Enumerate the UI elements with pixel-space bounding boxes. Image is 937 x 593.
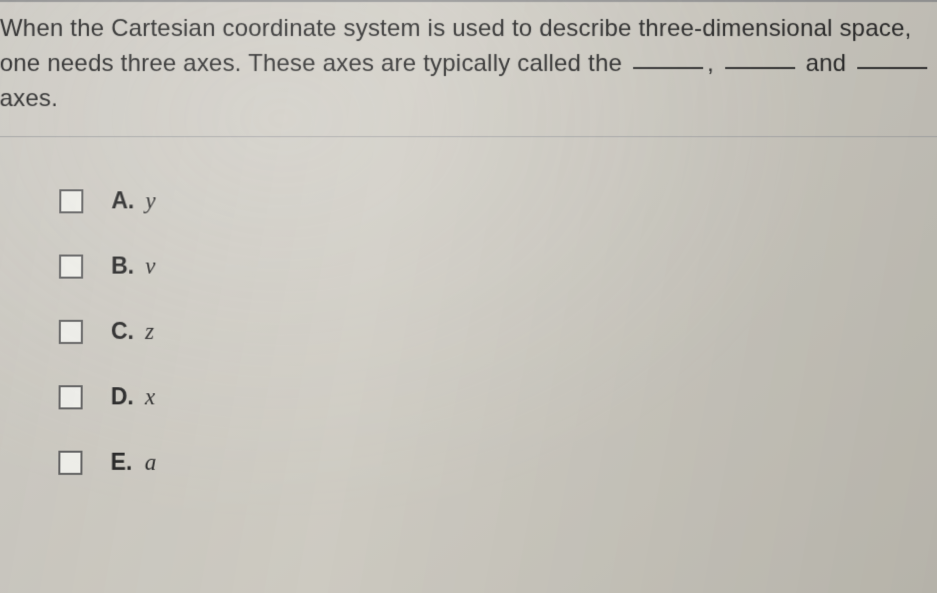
- option-value-a: y: [145, 188, 155, 214]
- option-c[interactable]: C. z: [59, 318, 937, 345]
- option-letter-b: B.: [111, 253, 137, 280]
- option-value-e: a: [145, 450, 157, 476]
- option-a[interactable]: A. y: [59, 188, 937, 215]
- checkbox-c[interactable]: [59, 320, 83, 344]
- option-value-d: x: [145, 384, 155, 410]
- blank-3: [857, 45, 927, 69]
- checkbox-a[interactable]: [59, 189, 83, 213]
- option-letter-e: E.: [111, 449, 137, 476]
- question-block: When the Cartesian coordinate system is …: [0, 4, 937, 138]
- option-letter-a: A.: [111, 188, 137, 215]
- option-letter-c: C.: [111, 318, 137, 345]
- question-part2: ,: [707, 50, 721, 77]
- option-e[interactable]: E. a: [58, 449, 937, 476]
- checkbox-e[interactable]: [58, 451, 82, 475]
- blank-2: [725, 45, 795, 69]
- option-d[interactable]: D. x: [59, 384, 937, 411]
- question-part3: and: [799, 50, 854, 77]
- question-page: When the Cartesian coordinate system is …: [0, 0, 937, 476]
- option-letter-d: D.: [111, 384, 137, 411]
- option-value-b: v: [145, 253, 155, 279]
- question-text: When the Cartesian coordinate system is …: [0, 15, 931, 112]
- checkbox-d[interactable]: [59, 385, 83, 409]
- blank-1: [633, 45, 703, 69]
- top-divider: [0, 0, 937, 2]
- options-block: A. y B. v C. z D. x E. a: [0, 138, 937, 477]
- question-part4: axes.: [0, 85, 58, 112]
- checkbox-b[interactable]: [59, 254, 83, 278]
- option-b[interactable]: B. v: [59, 253, 937, 280]
- option-value-c: z: [145, 319, 154, 345]
